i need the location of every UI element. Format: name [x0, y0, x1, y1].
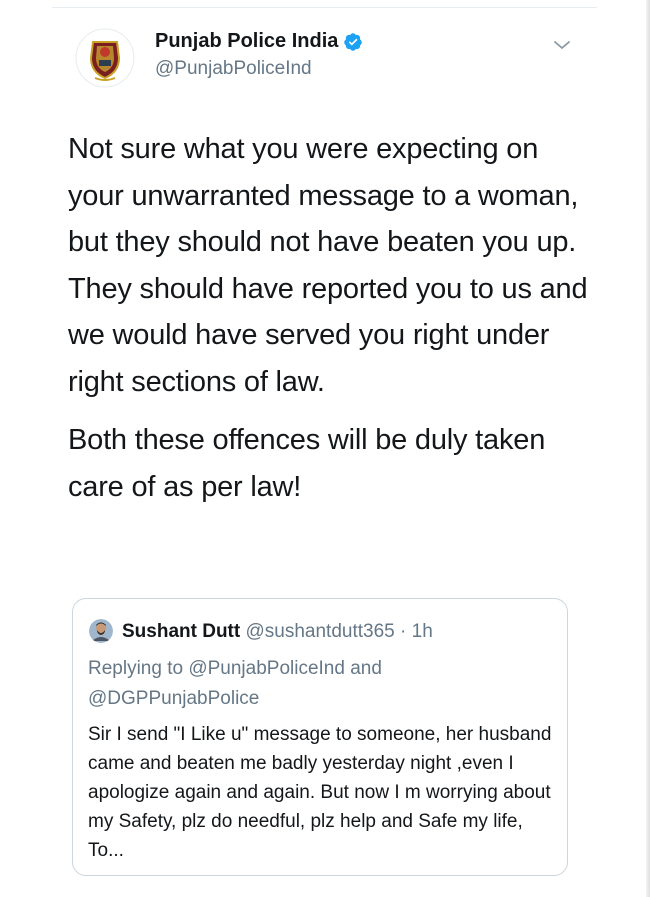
quoted-tweet-card[interactable]: Sushant Dutt @sushantdutt365 · 1h Replyi…	[72, 598, 568, 876]
quoted-author-handle: @sushantdutt365	[245, 621, 395, 642]
user-avatar-icon	[89, 619, 113, 643]
replying-to-text: Replying to @PunjabPoliceInd and @DGPPun…	[88, 658, 382, 709]
quoted-header: Sushant Dutt @sushantdutt365 · 1h	[122, 621, 433, 643]
chevron-down-icon[interactable]	[552, 38, 572, 52]
tweet-paragraph: Both these offences will be duly taken c…	[68, 424, 546, 503]
author-handle[interactable]: @PunjabPoliceInd	[155, 58, 312, 80]
quoted-author-name: Sushant Dutt	[122, 621, 241, 642]
tweet-text: Not sure what you were expecting on your…	[68, 126, 598, 510]
top-divider	[52, 7, 597, 8]
quoted-author-avatar	[89, 619, 113, 643]
police-emblem-icon	[75, 28, 135, 88]
separator-dot: ·	[400, 621, 407, 642]
author-name[interactable]: Punjab Police India	[155, 30, 338, 53]
quoted-timestamp: 1h	[411, 621, 433, 642]
author-avatar[interactable]	[75, 28, 135, 88]
author-name-row[interactable]: Punjab Police India	[155, 30, 363, 53]
quoted-tweet-text: Sir I send "I Like u" message to someone…	[88, 724, 552, 861]
tweet-paragraph: Not sure what you were expecting on your…	[68, 133, 588, 398]
screen-edge	[646, 0, 650, 897]
verified-badge-icon	[343, 32, 363, 52]
